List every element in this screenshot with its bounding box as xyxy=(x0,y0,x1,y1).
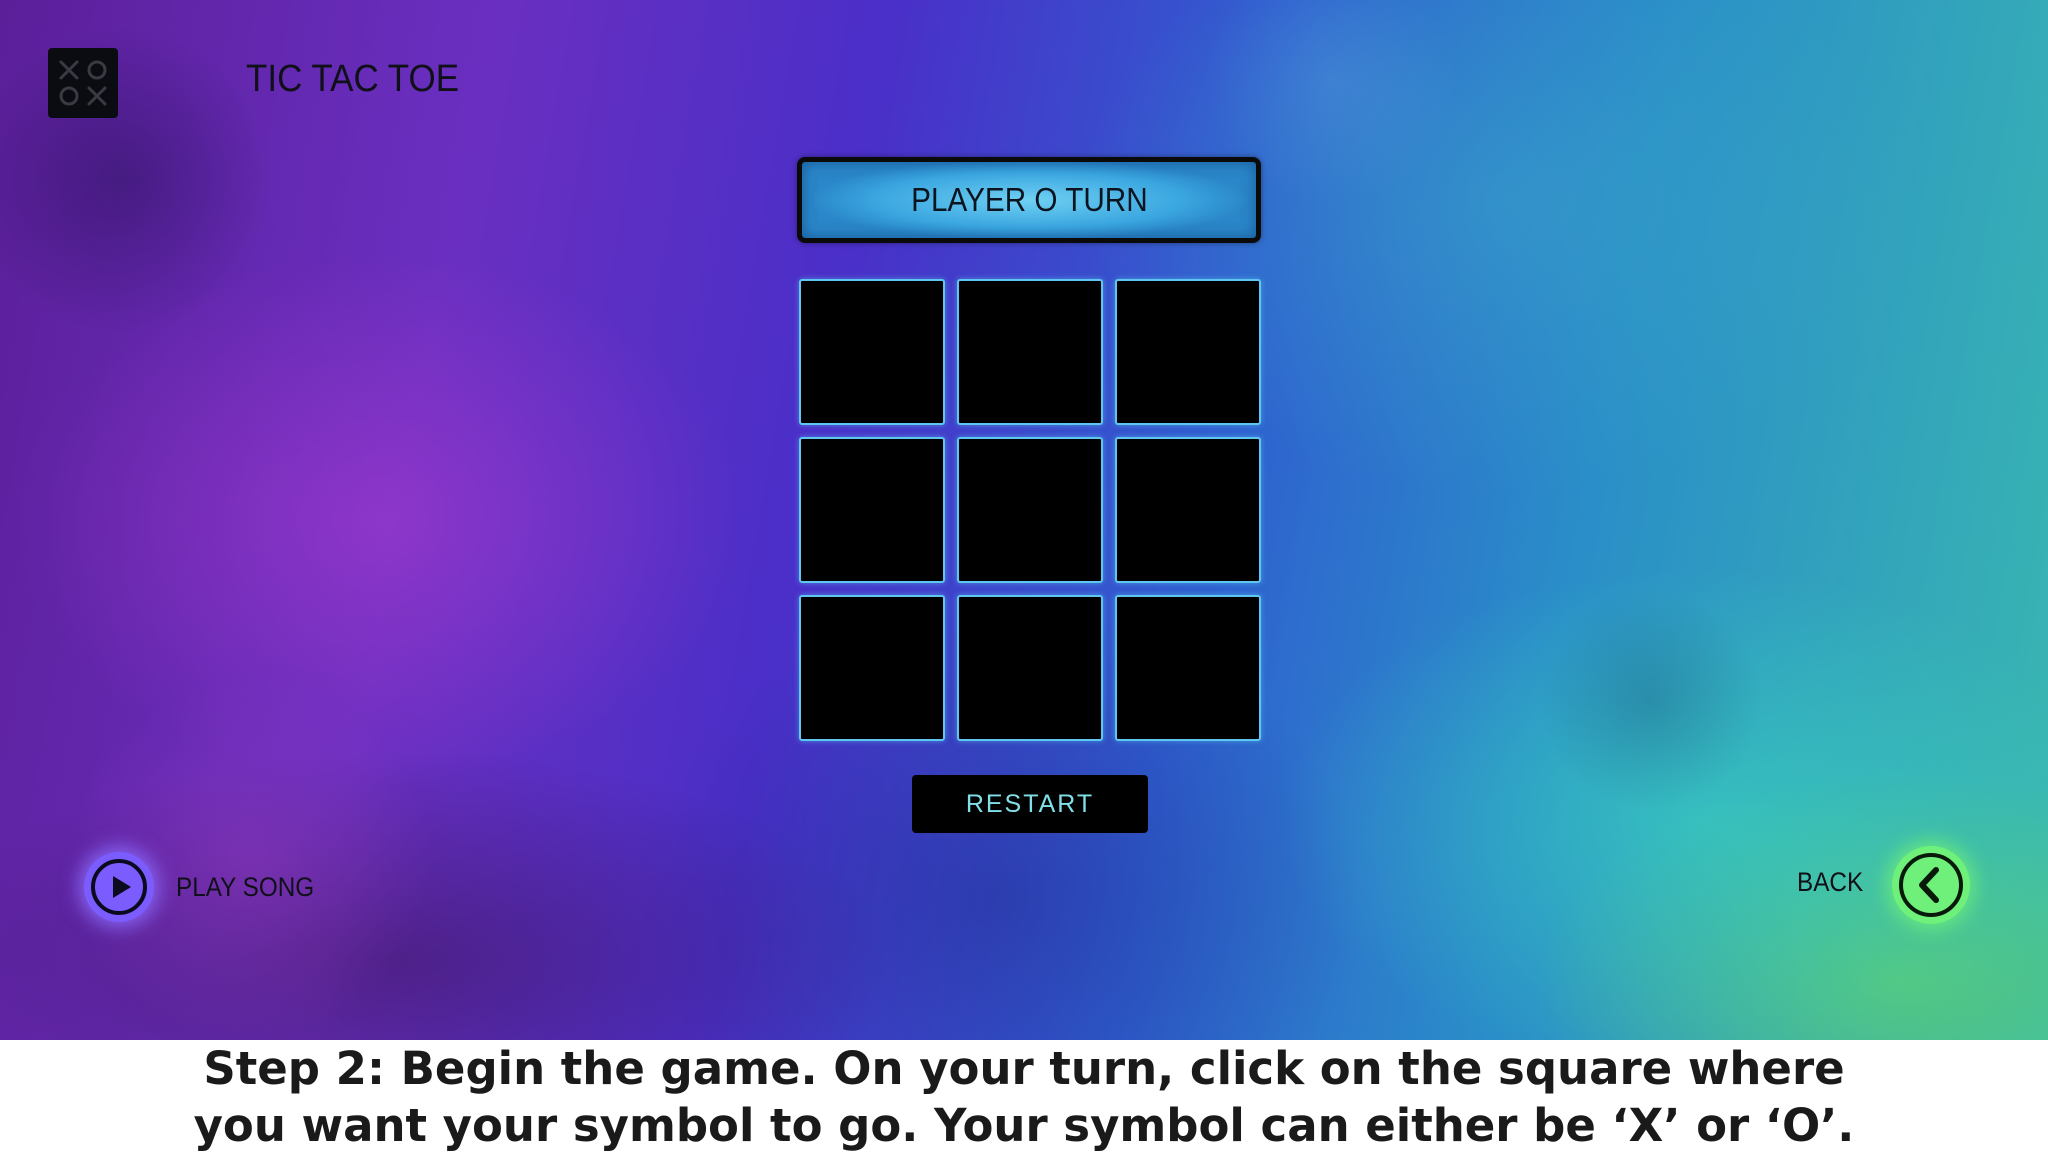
board-cell-9[interactable] xyxy=(1115,595,1261,741)
board-cell-1[interactable] xyxy=(799,279,945,425)
board-cell-2[interactable] xyxy=(957,279,1103,425)
play-song-label[interactable]: PLAY SONG xyxy=(176,872,314,903)
board-cell-3[interactable] xyxy=(1115,279,1261,425)
game-board xyxy=(799,279,1261,741)
turn-banner: PLAYER O TURN xyxy=(797,157,1261,243)
instruction-caption: Step 2: Begin the game. On your turn, cl… xyxy=(0,1040,2048,1153)
board-cell-4[interactable] xyxy=(799,437,945,583)
chevron-left-icon xyxy=(1899,853,1963,917)
back-button[interactable] xyxy=(1892,846,1970,924)
restart-button[interactable]: RESTART xyxy=(912,775,1148,833)
board-cell-5[interactable] xyxy=(957,437,1103,583)
play-icon xyxy=(91,859,147,915)
game-screen: TIC TAC TOE PLAYER O TURN RESTART PLAY S… xyxy=(0,0,2048,1040)
caption-line-2: you want your symbol to go. Your symbol … xyxy=(193,1099,1855,1152)
turn-indicator-text: PLAYER O TURN xyxy=(910,181,1148,218)
xo-logo-icon xyxy=(48,48,118,118)
app-title: TIC TAC TOE xyxy=(246,58,460,100)
play-song-button[interactable] xyxy=(84,852,154,922)
caption-line-1: Step 2: Begin the game. On your turn, cl… xyxy=(203,1042,1845,1095)
restart-label: RESTART xyxy=(965,789,1095,818)
board-cell-7[interactable] xyxy=(799,595,945,741)
back-label[interactable]: BACK xyxy=(1797,867,1863,898)
board-cell-8[interactable] xyxy=(957,595,1103,741)
board-cell-6[interactable] xyxy=(1115,437,1261,583)
